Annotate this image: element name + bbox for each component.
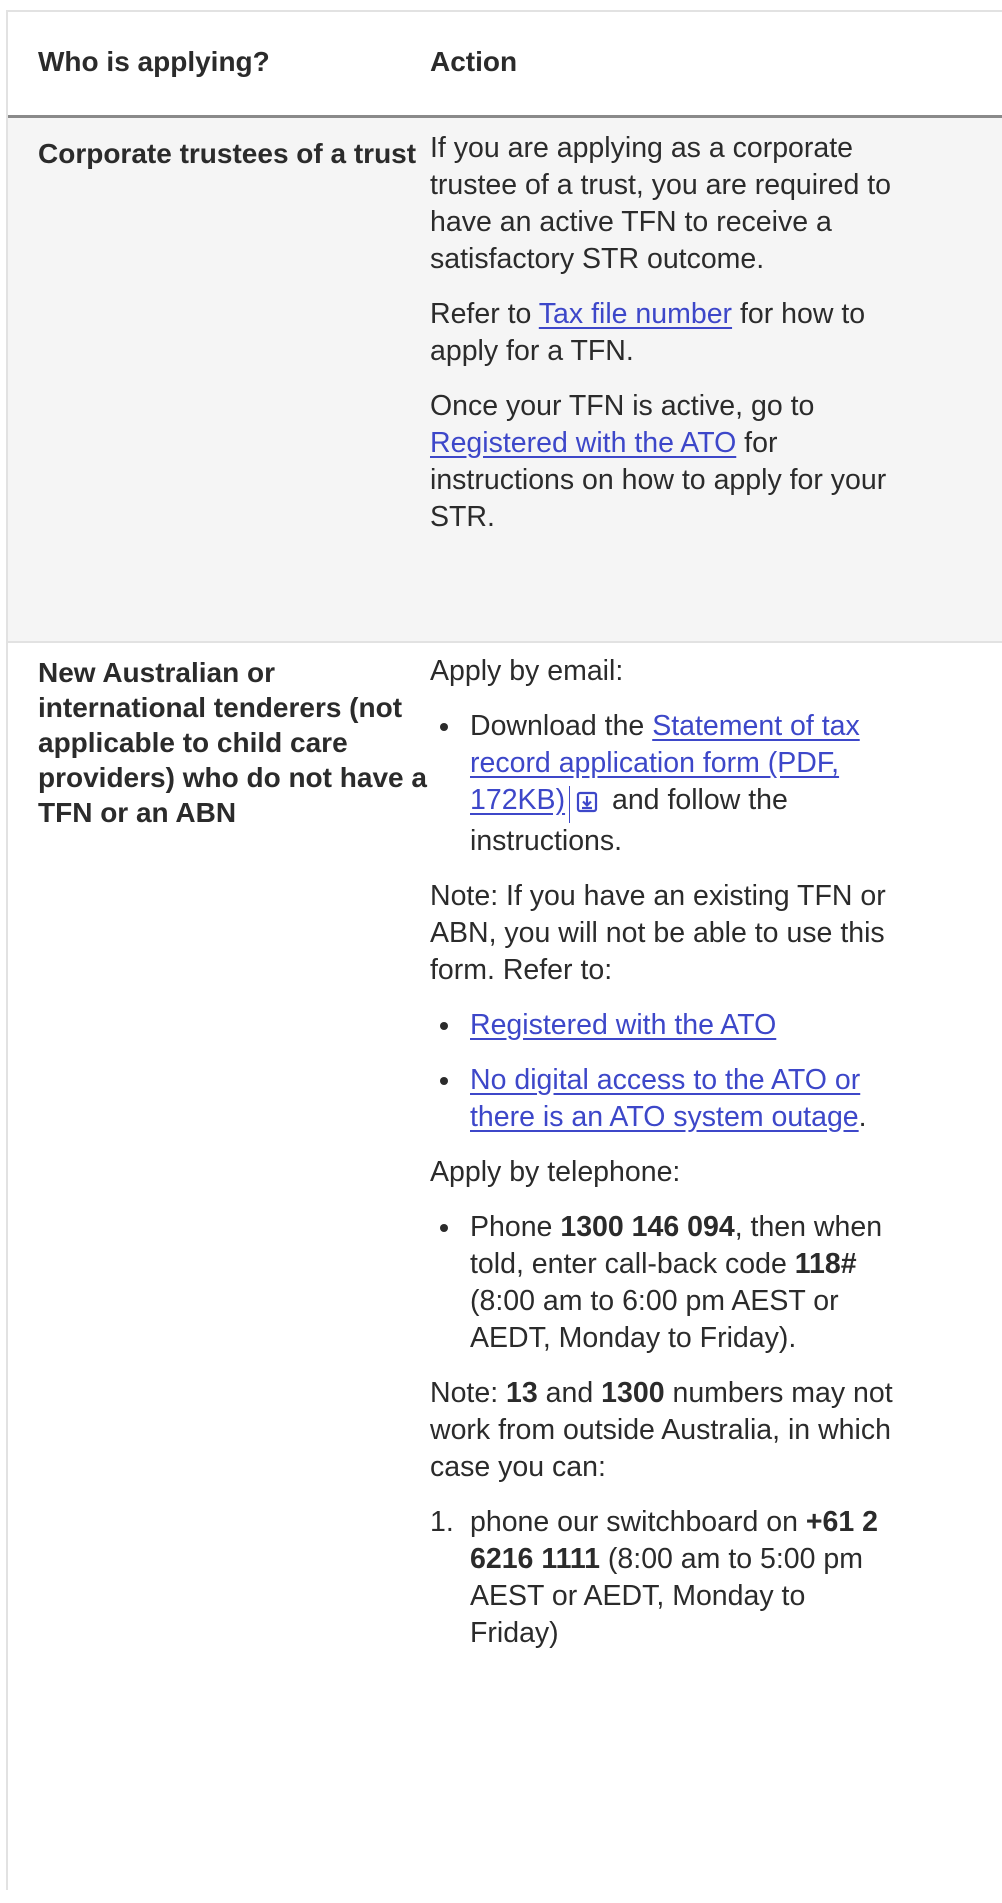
note-existing-tfn: Note: If you have an existing TFN or ABN…	[430, 880, 886, 986]
str-application-table: Who is applying? Action Corporate truste…	[6, 10, 1002, 1903]
list-item: Download the Statement of tax record app…	[430, 708, 900, 860]
paragraph: If you are applying as a corporate trust…	[430, 132, 891, 275]
header-action: Action	[430, 46, 518, 77]
text: Once your TFN is active, go to	[430, 390, 815, 422]
paragraph: Refer to Tax file number for how to appl…	[430, 296, 900, 370]
table-row: Corporate trustees of a trust If you are…	[8, 118, 1002, 643]
text: and	[537, 1377, 602, 1409]
download-icon[interactable]	[569, 786, 598, 823]
no-digital-access-link[interactable]: No digital access to the ATO or there is…	[470, 1064, 860, 1133]
text: Phone	[470, 1211, 561, 1243]
call-back-code: 118#	[794, 1248, 857, 1280]
header-who-is-applying: Who is applying?	[38, 46, 270, 77]
text: .	[858, 1101, 867, 1133]
international-options-list: 1. phone our switchboard on +61 2 6216 11…	[430, 1504, 900, 1652]
tax-file-number-link[interactable]: Tax file number	[539, 298, 732, 330]
row-action-cell: If you are applying as a corporate trust…	[430, 130, 900, 554]
registered-with-ato-link[interactable]: Registered with the ATO	[430, 427, 736, 459]
text: (8:00 am to 6:00 pm AEST or AEDT, Monday…	[470, 1285, 839, 1354]
table-header-row: Who is applying? Action	[8, 12, 1002, 118]
row-who-new-tenderers: New Australian or international tenderer…	[38, 657, 427, 828]
registered-with-ato-link[interactable]: Registered with the ATO	[470, 1009, 776, 1041]
phone-number: 1300 146 094	[560, 1211, 735, 1243]
table-row: New Australian or international tenderer…	[8, 643, 1002, 1903]
text: phone our switchboard on	[470, 1506, 806, 1538]
list-item: Phone 1300 146 094, then when told, ente…	[430, 1209, 900, 1357]
bold-number: 13	[506, 1377, 538, 1409]
list-item: Registered with the ATO	[430, 1007, 900, 1044]
text: Refer to	[430, 298, 539, 330]
refer-list: Registered with the ATO No digital acces…	[430, 1007, 900, 1136]
list-number: 1.	[430, 1506, 454, 1538]
text: Note:	[430, 1377, 507, 1409]
list-item: No digital access to the ATO or there is…	[430, 1062, 900, 1136]
paragraph: Once your TFN is active, go to Registere…	[430, 388, 900, 536]
row-who-corporate-trustees: Corporate trustees of a trust	[38, 138, 417, 169]
list-item: 1. phone our switchboard on +61 2 6216 11…	[430, 1504, 900, 1652]
bold-number: 1300	[601, 1377, 665, 1409]
text: Download the	[470, 710, 653, 742]
phone-list: Phone 1300 146 094, then when told, ente…	[430, 1209, 900, 1357]
apply-by-telephone-heading: Apply by telephone:	[430, 1156, 681, 1188]
apply-by-email-heading: Apply by email:	[430, 655, 624, 687]
download-list: Download the Statement of tax record app…	[430, 708, 900, 860]
note-international-numbers: Note: 13 and 1300 numbers may not work f…	[430, 1375, 900, 1486]
row-action-cell: Apply by email: Download the Statement o…	[430, 653, 900, 1652]
